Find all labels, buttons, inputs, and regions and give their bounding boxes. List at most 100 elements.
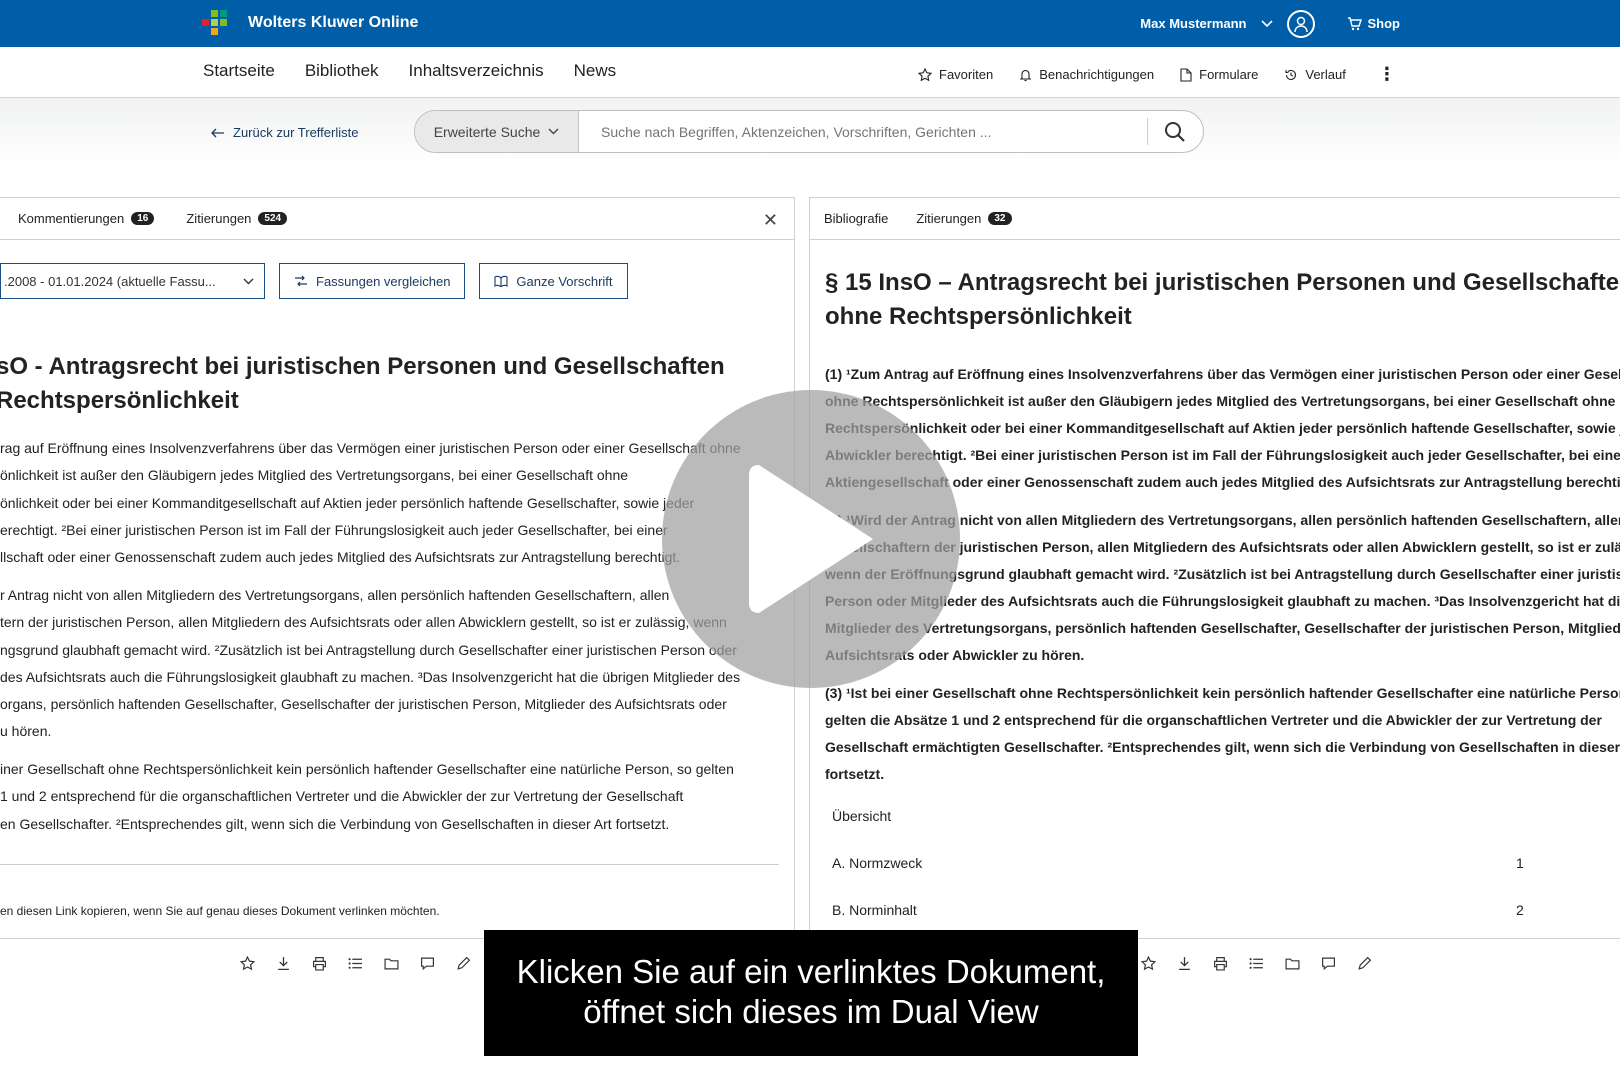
- benachrichtigungen-label: Benachrichtigungen: [1039, 67, 1155, 82]
- edit-icon[interactable]: [1355, 954, 1373, 972]
- compare-versions-button[interactable]: Fassungen vergleichen: [279, 263, 466, 299]
- title-line: Rechtspersönlichkeit: [0, 387, 239, 414]
- advanced-search-dropdown[interactable]: Erweiterte Suche: [415, 111, 579, 152]
- shop-link[interactable]: Shop: [1347, 16, 1401, 31]
- star-icon[interactable]: [238, 954, 256, 972]
- text-line: en Gesellschafter. ²Entsprechendes gilt,…: [0, 815, 670, 832]
- tab-kommentierungen[interactable]: Kommentierungen 16: [18, 211, 155, 226]
- list-icon[interactable]: [346, 954, 364, 972]
- text-line: Aufsichtsrats oder Abwickler zu hören.: [825, 647, 1085, 663]
- back-label: Zurück zur Trefferliste: [233, 125, 359, 140]
- document-icon: [1180, 67, 1192, 82]
- video-play-button[interactable]: [662, 390, 960, 688]
- overview-label: A. Normzweck: [832, 855, 923, 871]
- left-document-title: sO - Antragsrecht bei juristischen Perso…: [0, 350, 776, 418]
- left-paragraph-1: rag auf Eröffnung eines Insolvenzverfahr…: [0, 435, 741, 571]
- left-tabs: Kommentierungen 16 Zitierungen 524: [0, 198, 794, 240]
- search-input[interactable]: [601, 111, 1121, 152]
- folder-icon[interactable]: [1283, 954, 1301, 972]
- user-avatar-icon[interactable]: [1286, 9, 1315, 38]
- text-line: ohne Rechtspersönlichkeit ist außer den …: [825, 393, 1616, 409]
- top-bar: Wolters Kluwer Online Max Mustermann Sho…: [0, 0, 1620, 47]
- folder-icon[interactable]: [382, 954, 400, 972]
- chevron-down-icon[interactable]: [1260, 19, 1273, 28]
- print-icon[interactable]: [310, 954, 328, 972]
- compare-icon: [295, 275, 307, 287]
- right-document-title: § 15 InsO – Antragsrecht bei juristische…: [825, 266, 1620, 334]
- formulare-link[interactable]: Formulare: [1180, 67, 1258, 82]
- overview-row[interactable]: A. Normzweck 1: [832, 855, 1532, 871]
- text-line: gelten die Absätze 1 und 2 entsprechend …: [825, 712, 1602, 728]
- title-line: sO - Antragsrecht bei juristischen Perso…: [0, 353, 725, 380]
- search-divider: [1147, 118, 1148, 145]
- comment-icon[interactable]: [418, 954, 436, 972]
- list-icon[interactable]: [1247, 954, 1265, 972]
- left-paragraph-3: iner Gesellschaft ohne Rechtspersönlichk…: [0, 756, 734, 838]
- print-icon[interactable]: [1211, 954, 1229, 972]
- overview-number: 2: [1516, 902, 1524, 918]
- tab-label: Zitierungen: [186, 211, 252, 226]
- formulare-label: Formulare: [1199, 67, 1259, 82]
- text-line: 1 und 2 entsprechend für die organschaft…: [0, 788, 684, 805]
- user-area: Max Mustermann Shop: [1140, 0, 1400, 47]
- nav-startseite[interactable]: Startseite: [203, 61, 275, 81]
- comment-icon[interactable]: [1319, 954, 1337, 972]
- bell-icon: [1019, 69, 1032, 81]
- cart-icon: [1347, 16, 1362, 30]
- tab-bibliografie[interactable]: Bibliografie: [824, 211, 888, 226]
- verlauf-link[interactable]: Verlauf: [1284, 67, 1346, 82]
- version-select[interactable]: .2008 - 01.01.2024 (aktuelle Fassu...: [0, 263, 265, 299]
- nav-news[interactable]: News: [574, 61, 617, 81]
- star-icon[interactable]: [1139, 954, 1157, 972]
- wolters-kluwer-logo: [202, 10, 228, 36]
- star-icon: [918, 67, 932, 81]
- edit-icon[interactable]: [454, 954, 472, 972]
- overview-heading: Übersicht: [832, 808, 892, 824]
- search-button[interactable]: [1163, 120, 1189, 146]
- download-icon[interactable]: [274, 954, 292, 972]
- overview-row[interactable]: B. Norminhalt 2: [832, 902, 1532, 918]
- utility-nav: Favoriten Benachrichtigungen Formulare V…: [918, 64, 1396, 85]
- search-band: Zurück zur Trefferliste Erweiterte Suche: [0, 98, 1620, 164]
- text-line: Abwickler berechtigt. ²Bei einer juristi…: [825, 447, 1620, 463]
- right-paragraph-3: (3) ¹Ist bei einer Gesellschaft ohne Rec…: [825, 680, 1620, 788]
- overview-label: B. Norminhalt: [832, 902, 917, 918]
- brand[interactable]: Wolters Kluwer Online: [202, 10, 418, 36]
- nav-bibliothek[interactable]: Bibliothek: [305, 61, 379, 81]
- more-menu-icon[interactable]: ⋮: [1378, 64, 1396, 85]
- benachrichtigungen-link[interactable]: Benachrichtigungen: [1019, 67, 1154, 82]
- download-icon[interactable]: [1175, 954, 1193, 972]
- title-line: ohne Rechtspersönlichkeit: [825, 303, 1132, 330]
- caption-line: Klicken Sie auf ein verlinktes Dokument,: [516, 953, 1106, 990]
- text-line: r Antrag nicht von allen Mitgliedern des…: [0, 587, 670, 603]
- text-line: llschaft oder einer Genossenschaft zudem…: [0, 549, 681, 566]
- permalink-note: en diesen Link kopieren, wenn Sie auf ge…: [0, 904, 440, 918]
- nav-bar: Startseite Bibliothek Inhaltsverzeichnis…: [0, 47, 1620, 98]
- title-line: § 15 InsO – Antragsrecht bei juristische…: [825, 269, 1620, 296]
- tab-zitierungen[interactable]: Zitierungen 32: [916, 211, 1012, 226]
- close-icon[interactable]: ✕: [763, 210, 778, 231]
- text-line: fortsetzt.: [825, 766, 885, 782]
- divider: [0, 864, 779, 865]
- left-paragraph-2: r Antrag nicht von allen Mitgliedern des…: [0, 582, 740, 746]
- video-caption: Klicken Sie auf ein verlinktes Dokument,…: [484, 930, 1138, 1056]
- favoriten-link[interactable]: Favoriten: [918, 67, 993, 82]
- whole-provision-button[interactable]: Ganze Vorschrift: [479, 263, 628, 299]
- caption-line: öffnet sich dieses im Dual View: [583, 993, 1039, 1030]
- version-value: .2008 - 01.01.2024 (aktuelle Fassu...: [4, 273, 216, 289]
- nav-inhaltsverzeichnis[interactable]: Inhaltsverzeichnis: [409, 61, 544, 81]
- right-document-toolbar: [1139, 954, 1373, 972]
- text-line: Rechtspersönlichkeit oder bei einer Komm…: [825, 420, 1620, 436]
- text-line: erechtigt. ²Bei einer juristischen Perso…: [0, 521, 668, 538]
- shop-label: Shop: [1367, 16, 1401, 31]
- tab-label: Zitierungen: [916, 211, 982, 226]
- left-document-toolbar: [238, 954, 472, 972]
- search-box: Erweiterte Suche: [414, 110, 1204, 153]
- overview-number: 1: [1516, 855, 1524, 871]
- main-nav: Startseite Bibliothek Inhaltsverzeichnis…: [203, 61, 616, 81]
- back-to-results-link[interactable]: Zurück zur Trefferliste: [211, 125, 358, 140]
- user-name[interactable]: Max Mustermann: [1140, 16, 1246, 31]
- tab-zitierungen[interactable]: Zitierungen 524: [186, 211, 288, 226]
- count-badge: 524: [258, 212, 288, 225]
- text-line: önlichkeit ist außer den Gläubigern jede…: [0, 467, 629, 484]
